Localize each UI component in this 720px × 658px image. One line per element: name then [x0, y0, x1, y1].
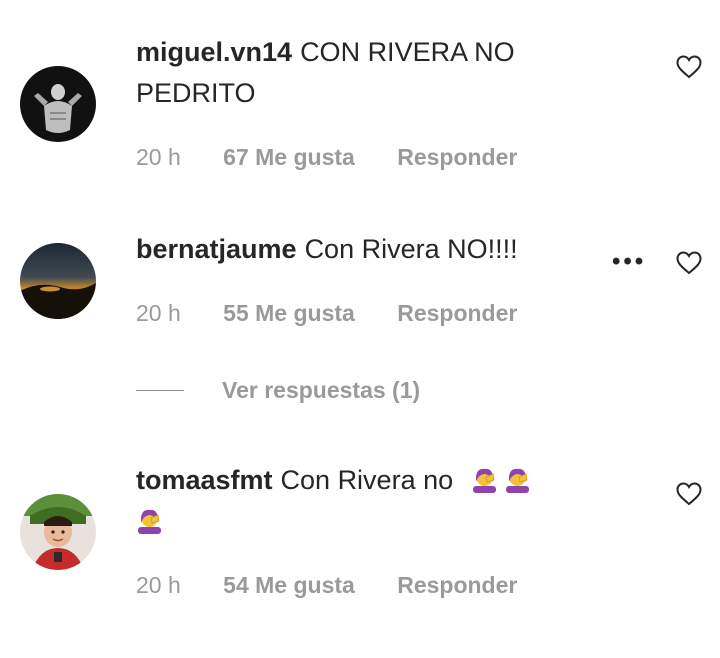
woman-facepalming-emoji	[136, 507, 163, 534]
woman-facepalming-emoji	[471, 466, 498, 493]
comment-text-block: bernatjaume Con Rivera NO!!!!	[136, 229, 606, 270]
comment-time[interactable]: 20 h	[136, 144, 181, 171]
reply-button[interactable]: Responder	[397, 572, 517, 599]
comment-text-block: tomaasfmt Con Rivera no	[136, 460, 606, 542]
comment-username[interactable]: tomaasfmt	[136, 465, 273, 495]
reply-button[interactable]: Responder	[397, 144, 517, 171]
avatar-image-sunset	[20, 243, 96, 319]
woman-facepalming-emoji	[504, 466, 531, 493]
view-replies-button[interactable]: Ver respuestas (1)	[136, 374, 420, 406]
avatar[interactable]	[20, 66, 96, 142]
comment-time[interactable]: 20 h	[136, 300, 181, 327]
avatar[interactable]	[20, 494, 96, 570]
comment-text: Con Rivera NO!!!!	[304, 234, 518, 264]
comment-text-block: miguel.vn14 CON RIVERA NO PEDRITO	[136, 32, 606, 114]
comment-username[interactable]: bernatjaume	[136, 234, 297, 264]
avatar-image-child	[20, 494, 96, 570]
avatar-image-bw	[20, 66, 96, 142]
comment-username[interactable]: miguel.vn14	[136, 37, 292, 67]
comment-meta: 20 h 55 Me gusta Responder	[136, 300, 517, 327]
avatar[interactable]	[20, 243, 96, 319]
heart-icon[interactable]	[676, 55, 702, 79]
comment-likes[interactable]: 54 Me gusta	[223, 572, 355, 599]
comment-meta: 20 h 54 Me gusta Responder	[136, 572, 517, 599]
comments-list: miguel.vn14 CON RIVERA NO PEDRITO 20 h 67…	[0, 0, 720, 658]
heart-icon[interactable]	[676, 482, 702, 506]
reply-button[interactable]: Responder	[397, 300, 517, 327]
comment-time[interactable]: 20 h	[136, 572, 181, 599]
replies-divider-line	[136, 389, 184, 391]
comment-text: Con Rivera no	[280, 465, 454, 495]
comment-likes[interactable]: 67 Me gusta	[223, 144, 355, 171]
heart-icon[interactable]	[676, 251, 702, 275]
more-options-icon[interactable]: •••	[612, 248, 646, 276]
comment-likes[interactable]: 55 Me gusta	[223, 300, 355, 327]
view-replies-label: Ver respuestas (1)	[222, 376, 421, 403]
comment-meta: 20 h 67 Me gusta Responder	[136, 144, 517, 171]
